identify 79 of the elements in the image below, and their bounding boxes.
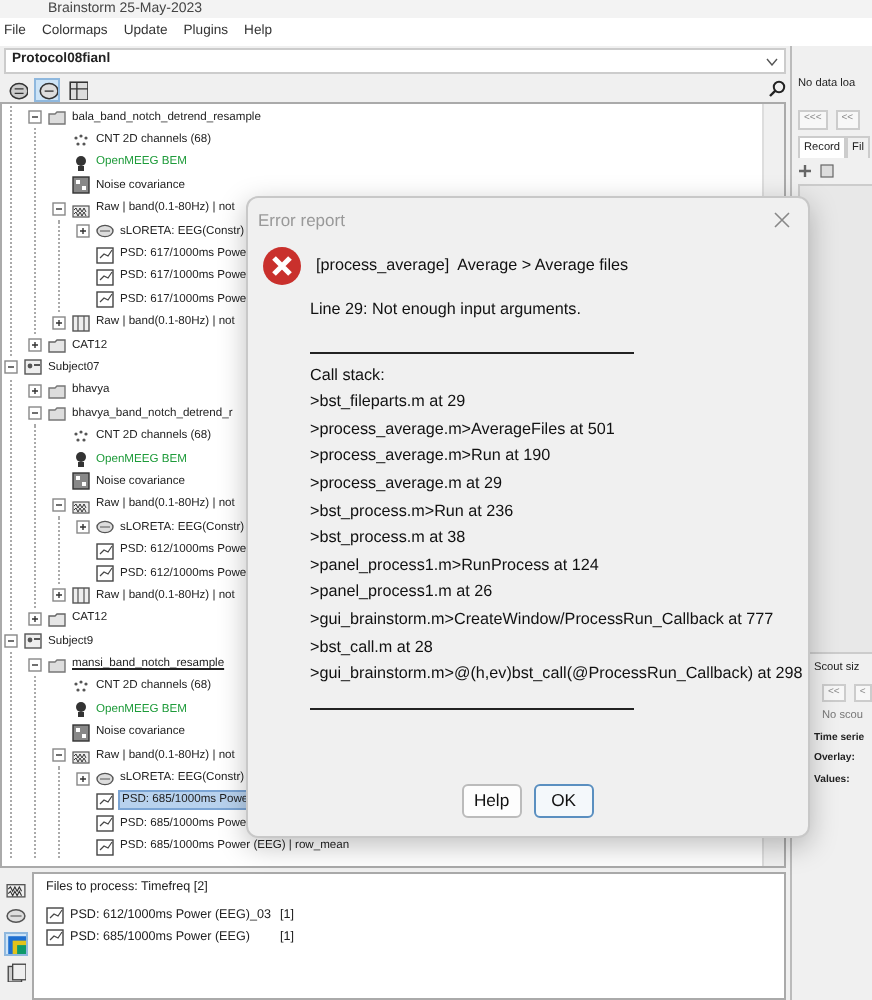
brain-icon (6, 906, 26, 926)
dots-icon (72, 677, 90, 696)
folder-icon (48, 336, 66, 355)
close-icon[interactable] (774, 212, 790, 228)
error-message: Line 29: Not enough input arguments. (310, 298, 581, 322)
dialog-button[interactable]: OK (533, 784, 595, 818)
folder-icon (48, 655, 66, 674)
folder-icon (48, 108, 66, 127)
person-card-icon (24, 358, 42, 377)
collapse-icon[interactable] (28, 406, 42, 421)
stack-line: >panel_process1.m at 26 (310, 580, 493, 605)
stack-line: >process_average.m at 29 (310, 471, 503, 496)
dialog-button[interactable]: Help (461, 784, 522, 818)
expand-icon[interactable] (28, 611, 42, 626)
stack-title: Call stack: (310, 363, 385, 388)
stack-line: >bst_process.m at 38 (310, 526, 466, 551)
stack-line: >bst_call.m at 28 (310, 635, 433, 660)
brain-icon (96, 518, 114, 537)
head-icon (72, 153, 90, 172)
table-icon (72, 313, 90, 332)
chart-icon (46, 928, 64, 947)
dots-icon (72, 427, 90, 446)
pages-icon (6, 962, 26, 982)
expand-icon[interactable] (52, 588, 66, 603)
chart-icon (96, 290, 114, 309)
process-tool-button[interactable] (4, 904, 28, 928)
brain-icon (96, 769, 114, 788)
collapse-icon[interactable] (52, 497, 66, 512)
folder-icon (48, 609, 66, 628)
waveform-icon (72, 746, 90, 765)
collapse-icon[interactable] (4, 360, 18, 375)
collapse-icon[interactable] (52, 201, 66, 216)
chart-icon (96, 837, 114, 856)
grid-icon (72, 176, 90, 195)
stack-line: >process_average.m>Run at 190 (310, 444, 551, 469)
waveform-icon (72, 495, 90, 514)
error-icon (262, 246, 302, 286)
stack-line: >process_average.m>AverageFiles at 501 (310, 417, 615, 442)
grid-icon (72, 472, 90, 491)
chart-icon (46, 906, 64, 925)
plus-icon[interactable] (798, 164, 812, 179)
collapse-icon[interactable] (52, 748, 66, 763)
brain-icon (96, 222, 114, 241)
waveform-icon (72, 199, 90, 218)
stack-line: >panel_process1.m>RunProcess at 124 (310, 553, 599, 578)
colormap-icon (6, 934, 26, 954)
expand-icon[interactable] (76, 771, 90, 786)
table-icon[interactable] (67, 79, 87, 99)
chart-icon (96, 267, 114, 286)
head-icon (72, 450, 90, 469)
collapse-icon[interactable] (28, 110, 42, 125)
grid-icon (72, 723, 90, 742)
brain-icon[interactable] (7, 79, 27, 99)
waveform-icon (6, 878, 26, 898)
expand-icon[interactable] (28, 338, 42, 353)
stack-line: >gui_brainstorm.m>@(h,ev)bst_call(@ProcessRun_Callback) at 298 (310, 662, 803, 687)
caret-icon (766, 57, 778, 65)
expand-icon[interactable] (76, 520, 90, 535)
dialog-title: Error report (258, 207, 345, 233)
collapse-icon[interactable] (4, 634, 18, 649)
chart-icon (96, 245, 114, 264)
search-icon[interactable] (768, 80, 786, 98)
chart-icon (96, 814, 114, 833)
stack-line: >gui_brainstorm.m>CreateWindow/ProcessRun_Callback at 777 (310, 607, 774, 632)
chart-icon (96, 791, 114, 810)
table-icon (72, 586, 90, 605)
process-tool-button[interactable] (4, 960, 28, 984)
error-heading: [process_average] Average > Average files (316, 253, 629, 278)
dots-icon (72, 131, 90, 150)
person-card-icon (24, 632, 42, 651)
head-icon (72, 700, 90, 719)
expand-icon[interactable] (52, 315, 66, 330)
expand-icon[interactable] (28, 383, 42, 398)
expand-icon[interactable] (76, 224, 90, 239)
chart-icon (96, 564, 114, 582)
stack-line: >bst_fileparts.m at 29 (310, 390, 466, 415)
collapse-icon[interactable] (28, 657, 42, 672)
stack-line: >bst_process.m>Run at 236 (310, 499, 514, 524)
chart-icon (96, 541, 114, 560)
